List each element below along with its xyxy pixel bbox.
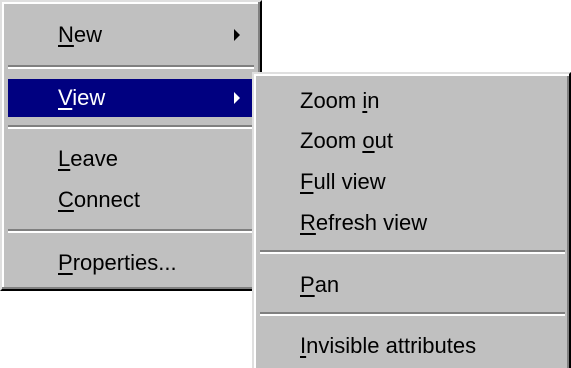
menu-item-view[interactable]: View	[8, 79, 254, 117]
menu-item-label: ut	[374, 128, 393, 153]
menu-item-label: Zoom	[300, 88, 363, 113]
mnemonic: V	[58, 85, 73, 110]
menu-item-properties[interactable]: Properties...	[8, 244, 254, 282]
mnemonic: C	[58, 187, 74, 212]
menu-item-pan[interactable]: Pan	[260, 266, 565, 304]
menu-item-label: ull view	[313, 169, 386, 194]
menu-item-label: onnect	[73, 187, 140, 212]
menu-item-label: Zoom	[300, 128, 363, 153]
mnemonic: o	[362, 128, 375, 153]
menu-item-zoom-in[interactable]: Zoom in	[260, 82, 565, 120]
menu-item-label: iew	[72, 85, 106, 110]
menu-item-label: efresh view	[315, 210, 428, 235]
menu-separator	[8, 229, 254, 233]
mnemonic: P	[300, 272, 315, 297]
mnemonic: L	[58, 146, 71, 171]
menu-item-connect[interactable]: Connect	[8, 181, 254, 219]
menu-item-label: eave	[70, 146, 118, 171]
mnemonic: P	[58, 250, 73, 275]
menu-item-invisible-attributes[interactable]: Invisible attributes	[260, 327, 565, 365]
chevron-right-icon	[234, 92, 240, 104]
menu-item-label: roperties...	[72, 250, 177, 275]
menu-item-zoom-out[interactable]: Zoom out	[260, 122, 565, 160]
menu-item-label: an	[314, 272, 340, 297]
menu-item-new[interactable]: New	[8, 16, 254, 54]
context-menu: New View Leave Connect Properties...	[0, 0, 262, 291]
menu-item-leave[interactable]: Leave	[8, 140, 254, 178]
menu-item-label: ew	[73, 22, 103, 47]
menu-separator	[260, 250, 565, 254]
menu-separator	[8, 125, 254, 129]
menu-item-label: n	[367, 88, 380, 113]
view-submenu: Zoom in Zoom out Full view Refresh view …	[252, 72, 571, 368]
menu-separator	[260, 312, 565, 316]
menu-item-full-view[interactable]: Full view	[260, 163, 565, 201]
menu-item-refresh-view[interactable]: Refresh view	[260, 204, 565, 242]
menu-separator	[8, 65, 254, 69]
mnemonic: R	[300, 210, 316, 235]
mnemonic: F	[300, 169, 314, 194]
menu-item-label: nvisible attributes	[306, 333, 477, 358]
chevron-right-icon	[234, 29, 240, 41]
mnemonic: N	[58, 22, 74, 47]
